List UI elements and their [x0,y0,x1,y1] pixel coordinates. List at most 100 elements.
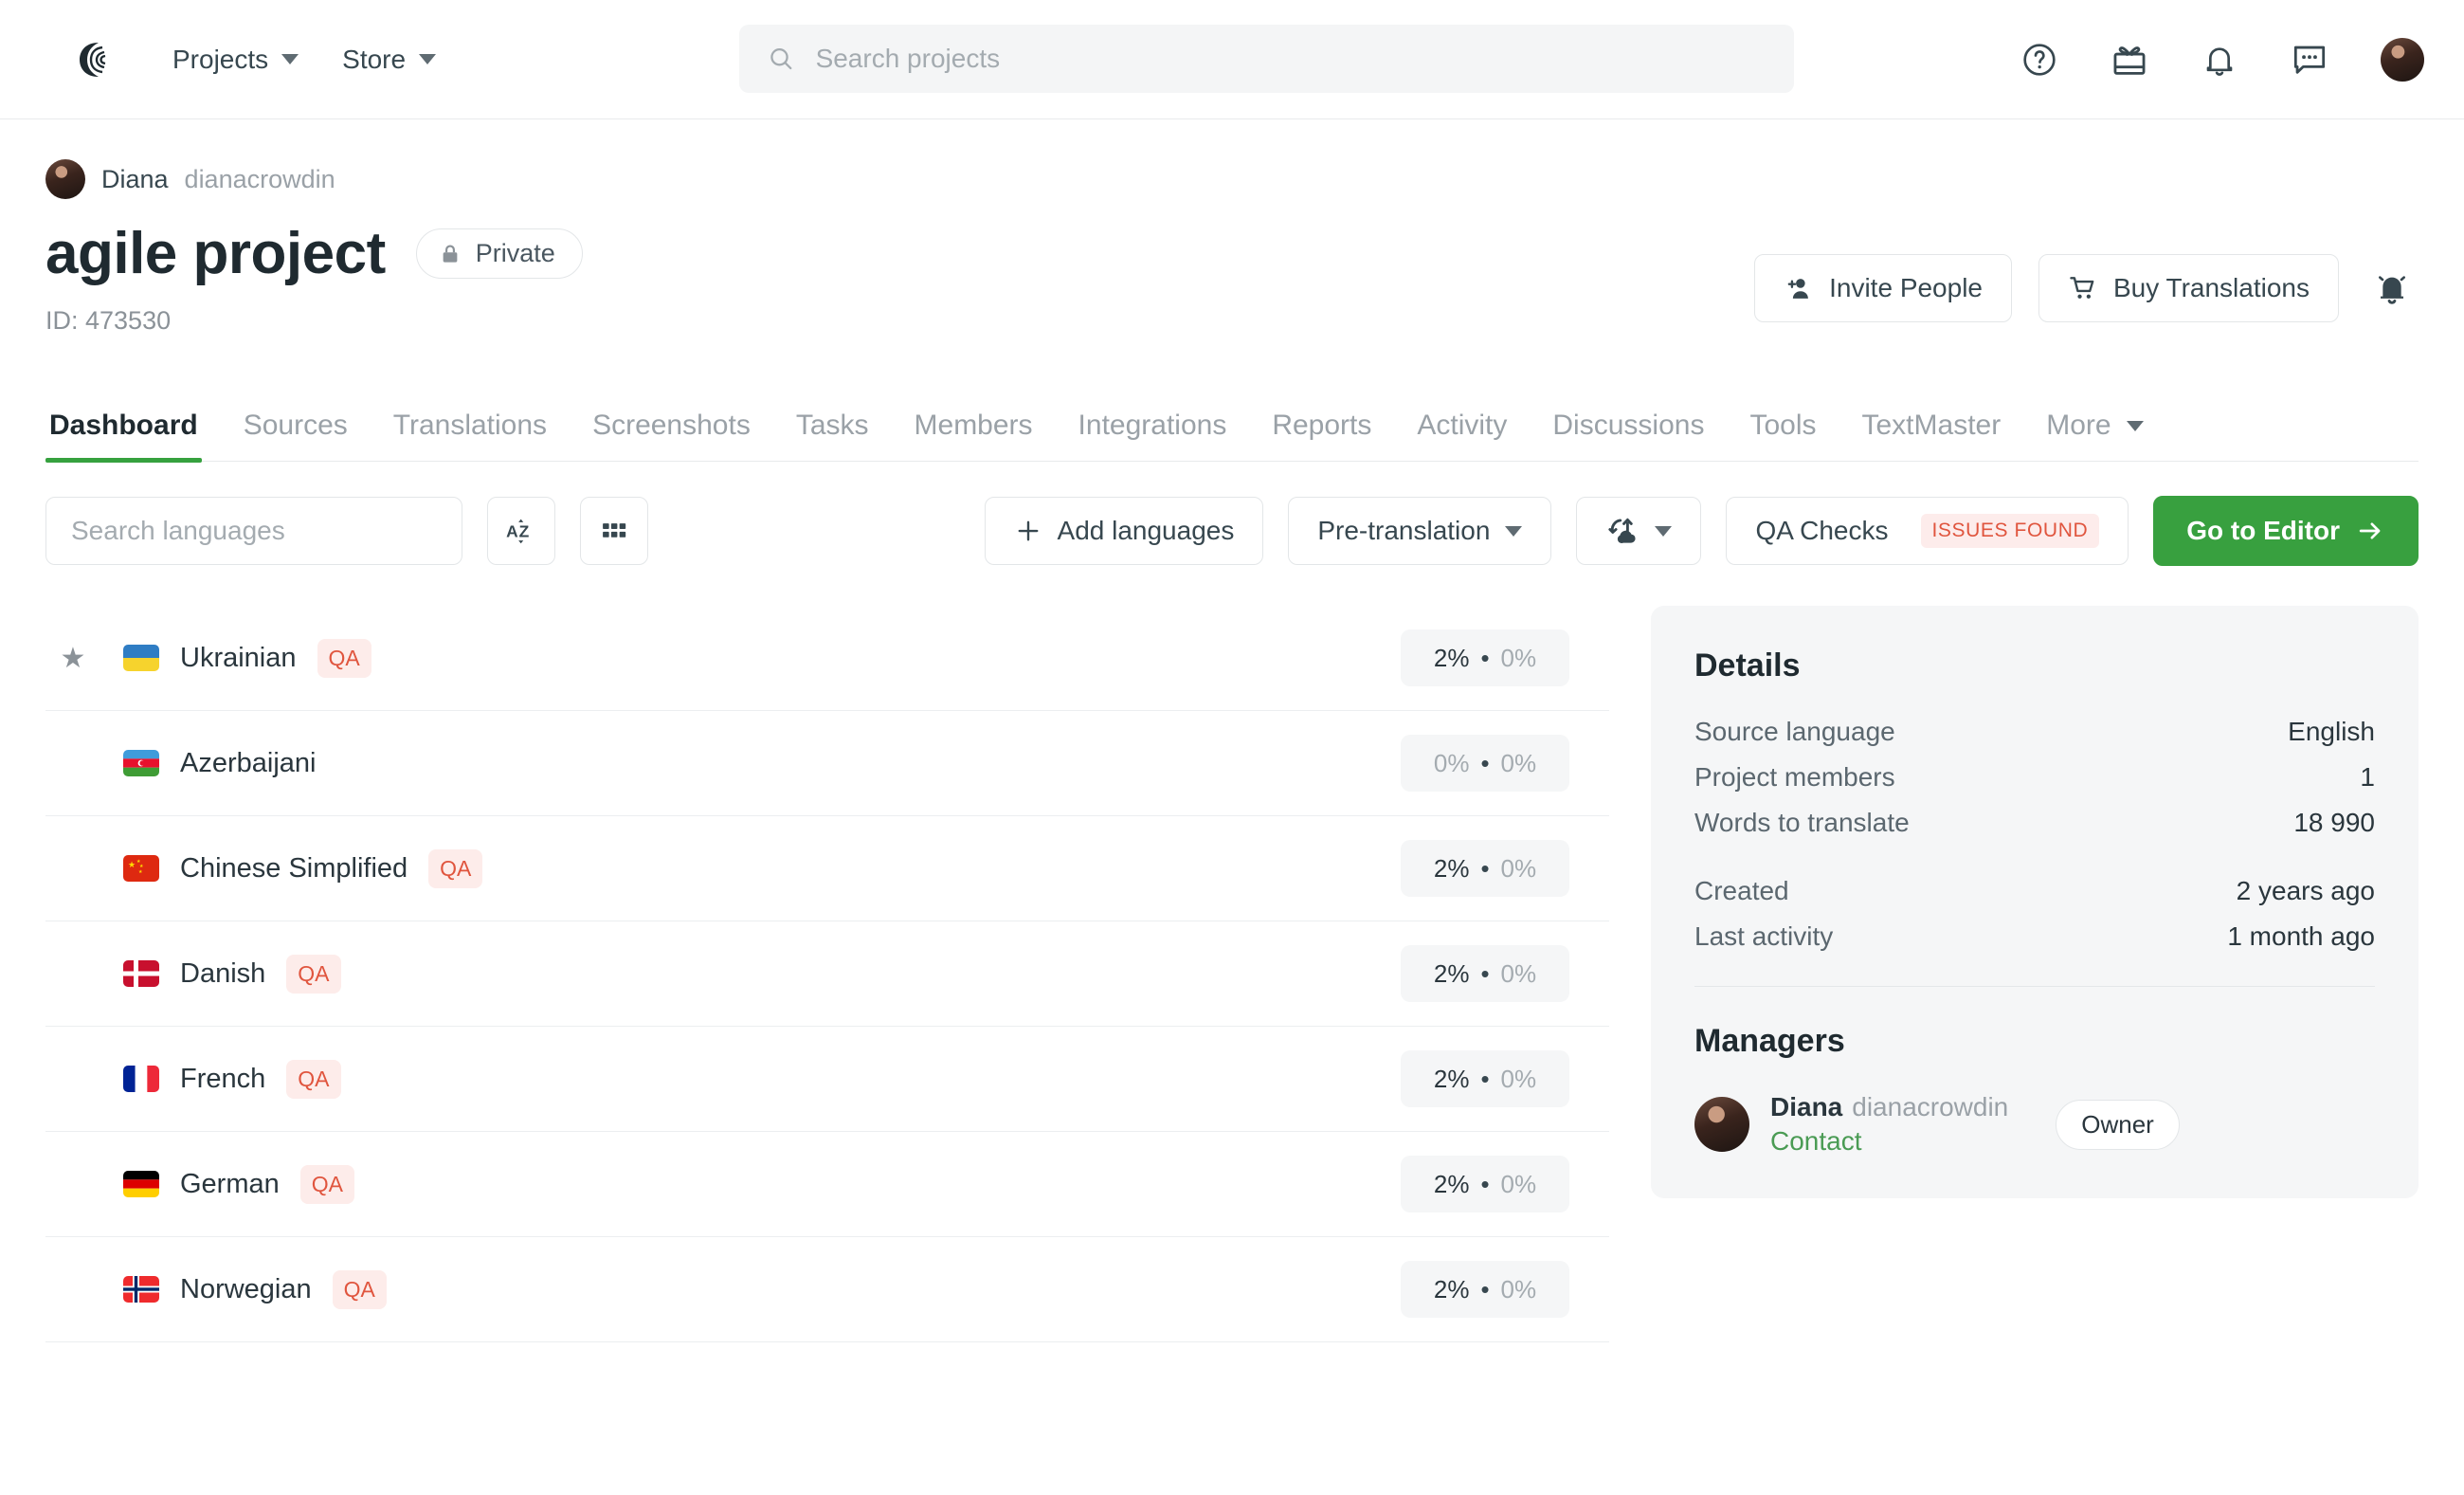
qa-issues-badge: ISSUES FOUND [1921,514,2100,548]
tab-dashboard[interactable]: Dashboard [45,410,202,461]
user-avatar[interactable] [2381,38,2424,82]
tab-sources[interactable]: Sources [240,410,352,461]
help-circle-icon[interactable] [2020,41,2058,79]
qa-checks-button[interactable]: QA Checks ISSUES FOUND [1726,497,2129,565]
go-to-editor-button[interactable]: Go to Editor [2153,496,2419,566]
qa-checks-label: QA Checks [1755,516,1888,546]
divider [1694,986,2375,987]
tab-more[interactable]: More [2042,410,2147,461]
global-search[interactable] [739,25,1794,93]
tab-activity[interactable]: Activity [1413,410,1511,461]
progress-values: 2% • 0% [1401,629,1569,686]
manager-info: Dianadianacrowdin Contact [1770,1092,2008,1157]
tab-reports[interactable]: Reports [1268,410,1375,461]
manager-name: Diana [1770,1092,1842,1121]
qa-badge[interactable]: QA [286,1060,340,1099]
translated-percent: 2% [1434,959,1470,989]
table-row[interactable]: German QA 2% • 0% [45,1132,1609,1237]
approved-percent: 0% [1501,959,1537,989]
cart-icon [2068,273,2098,303]
qa-badge[interactable]: QA [333,1270,387,1309]
qa-badge[interactable]: QA [300,1165,354,1204]
spacer [1694,853,2375,876]
detail-key: Created [1694,876,1789,906]
grid-view-button[interactable] [580,497,648,565]
table-row[interactable]: Danish QA 2% • 0% [45,921,1609,1027]
tab-tools[interactable]: Tools [1746,410,1820,461]
nav-label-store: Store [342,45,406,75]
svg-text:A: A [506,521,518,540]
progress-values: 2% • 0% [1401,1050,1569,1107]
chat-bubble-icon[interactable] [2290,40,2329,80]
table-row[interactable]: ★★ ★★ Chinese Simplified QA 2% • 0% [45,816,1609,921]
progress-values: 2% • 0% [1401,1261,1569,1318]
language-name: Danish [180,958,265,990]
qa-badge[interactable]: QA [317,639,371,678]
main-nav: Projects Store [172,45,436,75]
search-input[interactable] [816,44,1766,74]
svg-text:★: ★ [138,869,143,875]
contact-link[interactable]: Contact [1770,1126,2008,1157]
table-row[interactable]: Norwegian QA 2% • 0% [45,1237,1609,1342]
manager-identity: Dianadianacrowdin [1770,1092,2008,1122]
table-row[interactable]: French QA 2% • 0% [45,1027,1609,1132]
add-person-icon [1784,273,1814,303]
go-to-editor-label: Go to Editor [2186,516,2340,546]
flag-icon-no [123,1276,159,1303]
gift-icon[interactable] [2110,40,2149,80]
buy-translations-button[interactable]: Buy Translations [2038,254,2339,322]
star-icon[interactable]: ★ [45,642,100,675]
owner-name: Diana [101,165,169,194]
qa-badge[interactable]: QA [286,955,340,994]
detail-row-last-activity: Last activity 1 month ago [1694,921,2375,952]
detail-row-project-members: Project members 1 [1694,762,2375,793]
flag-icon-ua [123,645,159,671]
subscribe-bell-button[interactable] [2365,254,2419,322]
details-list: Source language English Project members … [1694,717,2375,952]
search-icon [768,45,795,73]
approved-percent: 0% [1501,749,1537,778]
visibility-badge: Private [416,228,583,279]
chevron-down-icon [2127,421,2144,431]
translated-percent: 2% [1434,854,1470,884]
nav-item-store[interactable]: Store [342,45,436,75]
add-languages-button[interactable]: Add languages [985,497,1264,565]
progress-values: 2% • 0% [1401,840,1569,897]
visibility-label: Private [476,239,555,268]
qa-badge[interactable]: QA [428,849,482,888]
project-owner: Diana dianacrowdin [45,159,2419,199]
sort-az-button[interactable]: A Z [487,497,555,565]
nav-item-projects[interactable]: Projects [172,45,299,75]
bell-icon[interactable] [2201,41,2238,79]
tab-integrations[interactable]: Integrations [1075,410,1231,461]
page-title: agile project [45,220,386,287]
progress-values: 0% • 0% [1401,735,1569,792]
detail-key: Last activity [1694,921,1833,952]
nav-label-projects: Projects [172,45,268,75]
owner-handle: dianacrowdin [185,165,335,194]
search-languages-input[interactable] [45,497,462,565]
table-row[interactable]: Azerbaijani 0% • 0% [45,711,1609,816]
detail-key: Words to translate [1694,808,1910,838]
pre-translation-button[interactable]: Pre-translation [1288,497,1551,565]
flag-icon-fr [123,1066,159,1092]
tab-tasks[interactable]: Tasks [792,410,873,461]
language-name: Ukrainian [180,643,297,674]
tab-discussions[interactable]: Discussions [1549,410,1708,461]
detail-key: Project members [1694,762,1895,793]
pre-translation-label: Pre-translation [1317,516,1490,546]
detail-value: 18 990 [2293,808,2375,838]
table-row[interactable]: ★ Ukrainian QA 2% • 0% [45,606,1609,711]
tab-members[interactable]: Members [911,410,1037,461]
tab-screenshots[interactable]: Screenshots [589,410,754,461]
manager-avatar [1694,1097,1749,1152]
plus-icon [1014,517,1042,545]
managers-title: Managers [1694,1023,2375,1060]
tab-translations[interactable]: Translations [390,410,551,461]
manager-role-badge: Owner [2056,1100,2180,1150]
crowdin-logo-icon[interactable] [70,35,119,84]
invite-people-button[interactable]: Invite People [1754,254,2012,322]
sync-translations-button[interactable] [1576,497,1701,565]
tab-textmaster[interactable]: TextMaster [1858,410,2005,461]
separator-dot: • [1480,959,1489,989]
